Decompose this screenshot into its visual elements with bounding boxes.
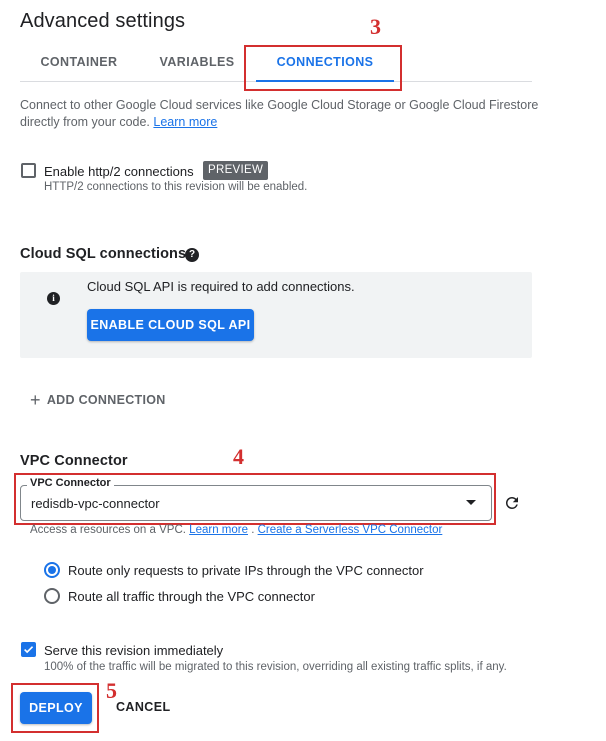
connections-description: Connect to other Google Cloud services l…: [20, 97, 540, 131]
cloud-sql-info-text: Cloud SQL API is required to add connect…: [87, 279, 355, 294]
enable-cloud-sql-api-button[interactable]: ENABLE CLOUD SQL API: [87, 309, 254, 341]
radio-route-private-ips[interactable]: [44, 562, 60, 578]
annotation-box-4: [14, 473, 496, 525]
annotation-box-3: [244, 45, 402, 91]
plus-icon: +: [30, 390, 41, 410]
radio-route-private-ips-label: Route only requests to private IPs throu…: [68, 563, 424, 578]
help-icon[interactable]: ?: [185, 248, 199, 262]
connections-description-text: Connect to other Google Cloud services l…: [20, 98, 539, 129]
http2-label: Enable http/2 connections: [44, 164, 194, 179]
annotation-box-5: [11, 683, 99, 733]
info-icon: i: [47, 292, 60, 305]
radio-route-all-traffic-label: Route all traffic through the VPC connec…: [68, 589, 315, 604]
cloud-sql-title: Cloud SQL connections: [20, 246, 187, 262]
create-vpc-connector-link[interactable]: Create a Serverless VPC Connector: [258, 524, 443, 536]
add-connection-label: ADD CONNECTION: [46, 393, 166, 407]
serve-immediately-hint: 100% of the traffic will be migrated to …: [44, 661, 507, 673]
learn-more-link[interactable]: Learn more: [153, 115, 217, 129]
http2-checkbox[interactable]: [21, 163, 36, 178]
vpc-learn-more-link[interactable]: Learn more: [189, 524, 248, 536]
vpc-connector-title: VPC Connector: [20, 453, 128, 469]
serve-immediately-label: Serve this revision immediately: [44, 643, 224, 658]
checkmark-icon: [24, 646, 34, 654]
serve-immediately-checkbox[interactable]: [21, 642, 36, 657]
vpc-help-text: Access a resources on a VPC. Learn more …: [30, 524, 442, 536]
preview-badge: PREVIEW: [203, 161, 269, 180]
vpc-help-prefix: Access a resources on a VPC.: [30, 524, 186, 536]
annotation-number-4: 4: [233, 444, 244, 469]
tab-container[interactable]: CONTAINER: [20, 42, 138, 82]
http2-hint: HTTP/2 connections to this revision will…: [44, 181, 308, 193]
vpc-help-separator: .: [251, 524, 255, 536]
add-connection-button[interactable]: + ADD CONNECTION: [30, 390, 166, 411]
cloud-sql-info-panel: i Cloud SQL API is required to add conne…: [20, 272, 532, 358]
page-title: Advanced settings: [20, 10, 186, 32]
annotation-number-5: 5: [106, 678, 117, 703]
cancel-button[interactable]: CANCEL: [116, 700, 170, 714]
tab-variables[interactable]: VARIABLES: [138, 42, 256, 82]
annotation-number-3: 3: [370, 14, 381, 39]
radio-route-all-traffic[interactable]: [44, 588, 60, 604]
refresh-icon[interactable]: [503, 494, 521, 512]
